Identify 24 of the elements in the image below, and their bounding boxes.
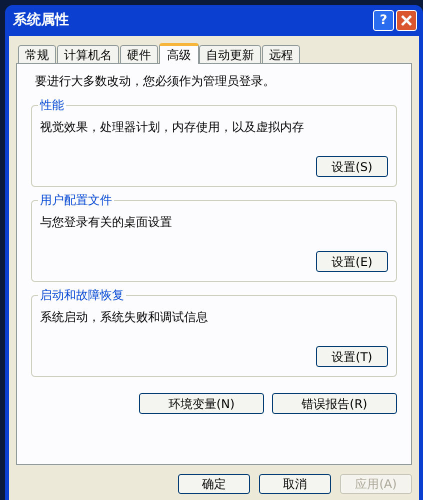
settings-button[interactable]: 设置(E) [316,251,388,272]
group-description: 与您登录有关的桌面设置 [40,214,172,231]
settings-button[interactable]: 设置(T) [316,346,388,367]
help-button[interactable]: ? [373,10,394,31]
group-description: 视觉效果，处理器计划，内存使用，以及虚拟内存 [40,119,304,136]
panel-button[interactable]: 错误报告(R) [272,393,397,414]
tab[interactable]: 自动更新 [199,45,261,63]
tab[interactable]: 硬件 [120,45,158,63]
group-description: 系统启动，系统失败和调试信息 [40,309,208,326]
tab[interactable]: 高级 [159,43,199,64]
group-title: 性能 [38,97,66,113]
notice-text: 要进行大多数改动，您必须作为管理员登录。 [34,73,276,90]
group-title: 启动和故障恢复 [38,287,126,303]
dialog-button[interactable]: 取消 [259,474,331,494]
tab[interactable]: 常规 [18,45,56,63]
settings-button[interactable]: 设置(S) [316,156,388,177]
tab[interactable]: 远程 [262,45,300,63]
close-button[interactable] [396,10,417,31]
close-icon [401,15,412,26]
panel-button[interactable]: 环境变量(N) [139,393,264,414]
tab[interactable]: 计算机名 [57,45,119,63]
window-title: 系统属性 [13,11,69,30]
dialog-button[interactable]: 确定 [178,474,250,494]
group-title: 用户配置文件 [38,192,114,208]
